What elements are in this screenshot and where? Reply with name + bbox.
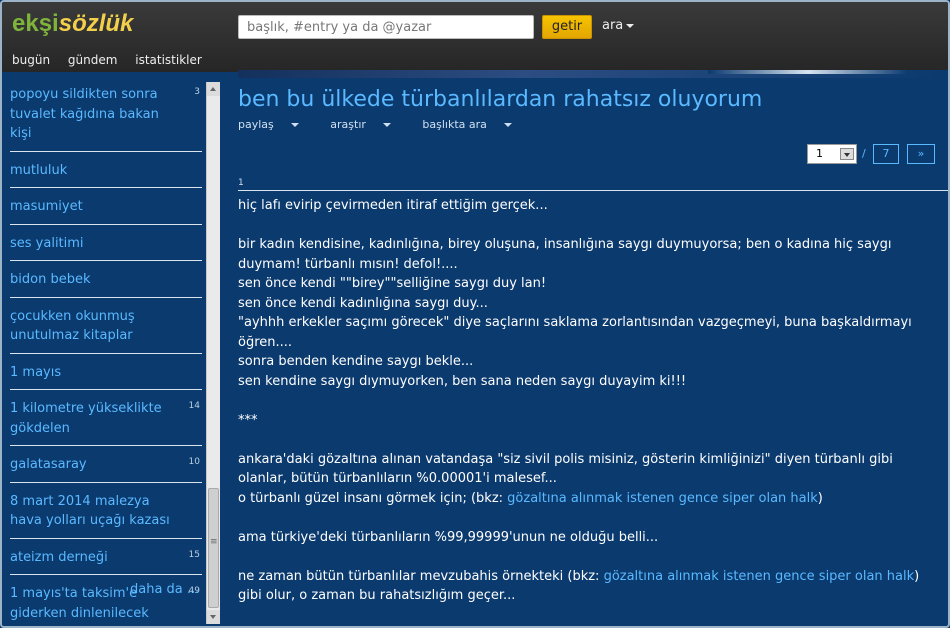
top-nav: bugün gündem istatistikler <box>12 53 216 67</box>
topic-actions: paylaş araştır başlıkta ara <box>238 118 540 131</box>
chevron-down-icon <box>503 123 512 127</box>
entry-count: 3 <box>194 87 200 97</box>
header-banner <box>238 70 948 78</box>
list-item[interactable]: 1 kilometre yükseklikte gökdelen 14 <box>10 396 202 446</box>
more-topics-link[interactable]: daha da ... <box>130 582 199 597</box>
bkz-link[interactable]: gözaltına alınmak istenen gence siper ol… <box>604 569 915 584</box>
nav-today[interactable]: bugün <box>12 53 50 67</box>
chevron-down-icon <box>626 23 635 28</box>
chevron-down-icon <box>382 123 391 127</box>
nav-statistics[interactable]: istatistikler <box>135 53 202 67</box>
next-page-button[interactable]: » <box>907 144 935 164</box>
list-item[interactable]: 1 mayıs <box>10 360 202 390</box>
scroll-up-arrow-icon[interactable] <box>207 82 220 96</box>
list-item[interactable]: ses yalitimi <box>10 231 202 261</box>
nav-agenda[interactable]: gündem <box>68 53 118 67</box>
page-select[interactable]: 1 <box>807 144 857 164</box>
advanced-search-menu[interactable]: ara <box>602 18 635 33</box>
list-item[interactable]: 8 mart 2014 malezya hava yolları uçağı k… <box>10 489 202 539</box>
entry-count: 14 <box>188 401 200 411</box>
share-menu[interactable]: paylaş <box>238 118 313 131</box>
page-title[interactable]: ben bu ülkede türbanlılardan rahatsız ol… <box>238 87 762 112</box>
entry-number: 1 <box>238 178 244 188</box>
search-input[interactable] <box>238 15 534 39</box>
chevron-down-icon <box>840 148 854 160</box>
browser-frame: ekşisözlük getir ara bugün gündem istati… <box>0 0 950 628</box>
entry-divider <box>238 190 948 191</box>
list-item[interactable]: popoyu sildikten sonra tuvalet kağıdına … <box>10 82 202 152</box>
pager-separator: / <box>862 147 866 160</box>
list-item[interactable]: galatasaray 10 <box>10 452 202 483</box>
bkz-link[interactable]: gözaltına alınmak istenen gence siper ol… <box>507 491 818 506</box>
list-item[interactable]: ateizm derneği 15 <box>10 545 202 575</box>
site-logo[interactable]: ekşisözlük <box>12 10 133 38</box>
list-item[interactable]: masumiyet <box>10 194 202 225</box>
top-bar: ekşisözlük getir ara bugün gündem istati… <box>2 2 948 72</box>
list-item[interactable]: bidon bebek <box>10 267 202 298</box>
list-item[interactable]: mutluluk <box>10 158 202 188</box>
last-page-button[interactable]: 7 <box>873 144 899 164</box>
research-menu[interactable]: araştır <box>330 118 405 131</box>
search-in-topic-menu[interactable]: başlıkta ara <box>422 118 526 131</box>
topic-sidebar: popoyu sildikten sonra tuvalet kağıdına … <box>2 72 206 626</box>
entry-count: 15 <box>188 549 200 560</box>
entry-count: 10 <box>188 457 200 467</box>
list-item[interactable]: çocukken okunmuş unutulmaz kitaplar <box>10 304 202 354</box>
topic-list: popoyu sildikten sonra tuvalet kağıdına … <box>10 82 202 626</box>
scroll-thumb[interactable] <box>208 488 219 608</box>
search-submit-button[interactable]: getir <box>542 15 592 39</box>
sidebar-scrollbar[interactable] <box>206 82 220 624</box>
scroll-down-arrow-icon[interactable] <box>207 610 220 624</box>
entry-content: hiç lafı evirip çevirmeden itiraf ettiği… <box>238 198 920 603</box>
chevron-down-icon <box>290 123 299 127</box>
